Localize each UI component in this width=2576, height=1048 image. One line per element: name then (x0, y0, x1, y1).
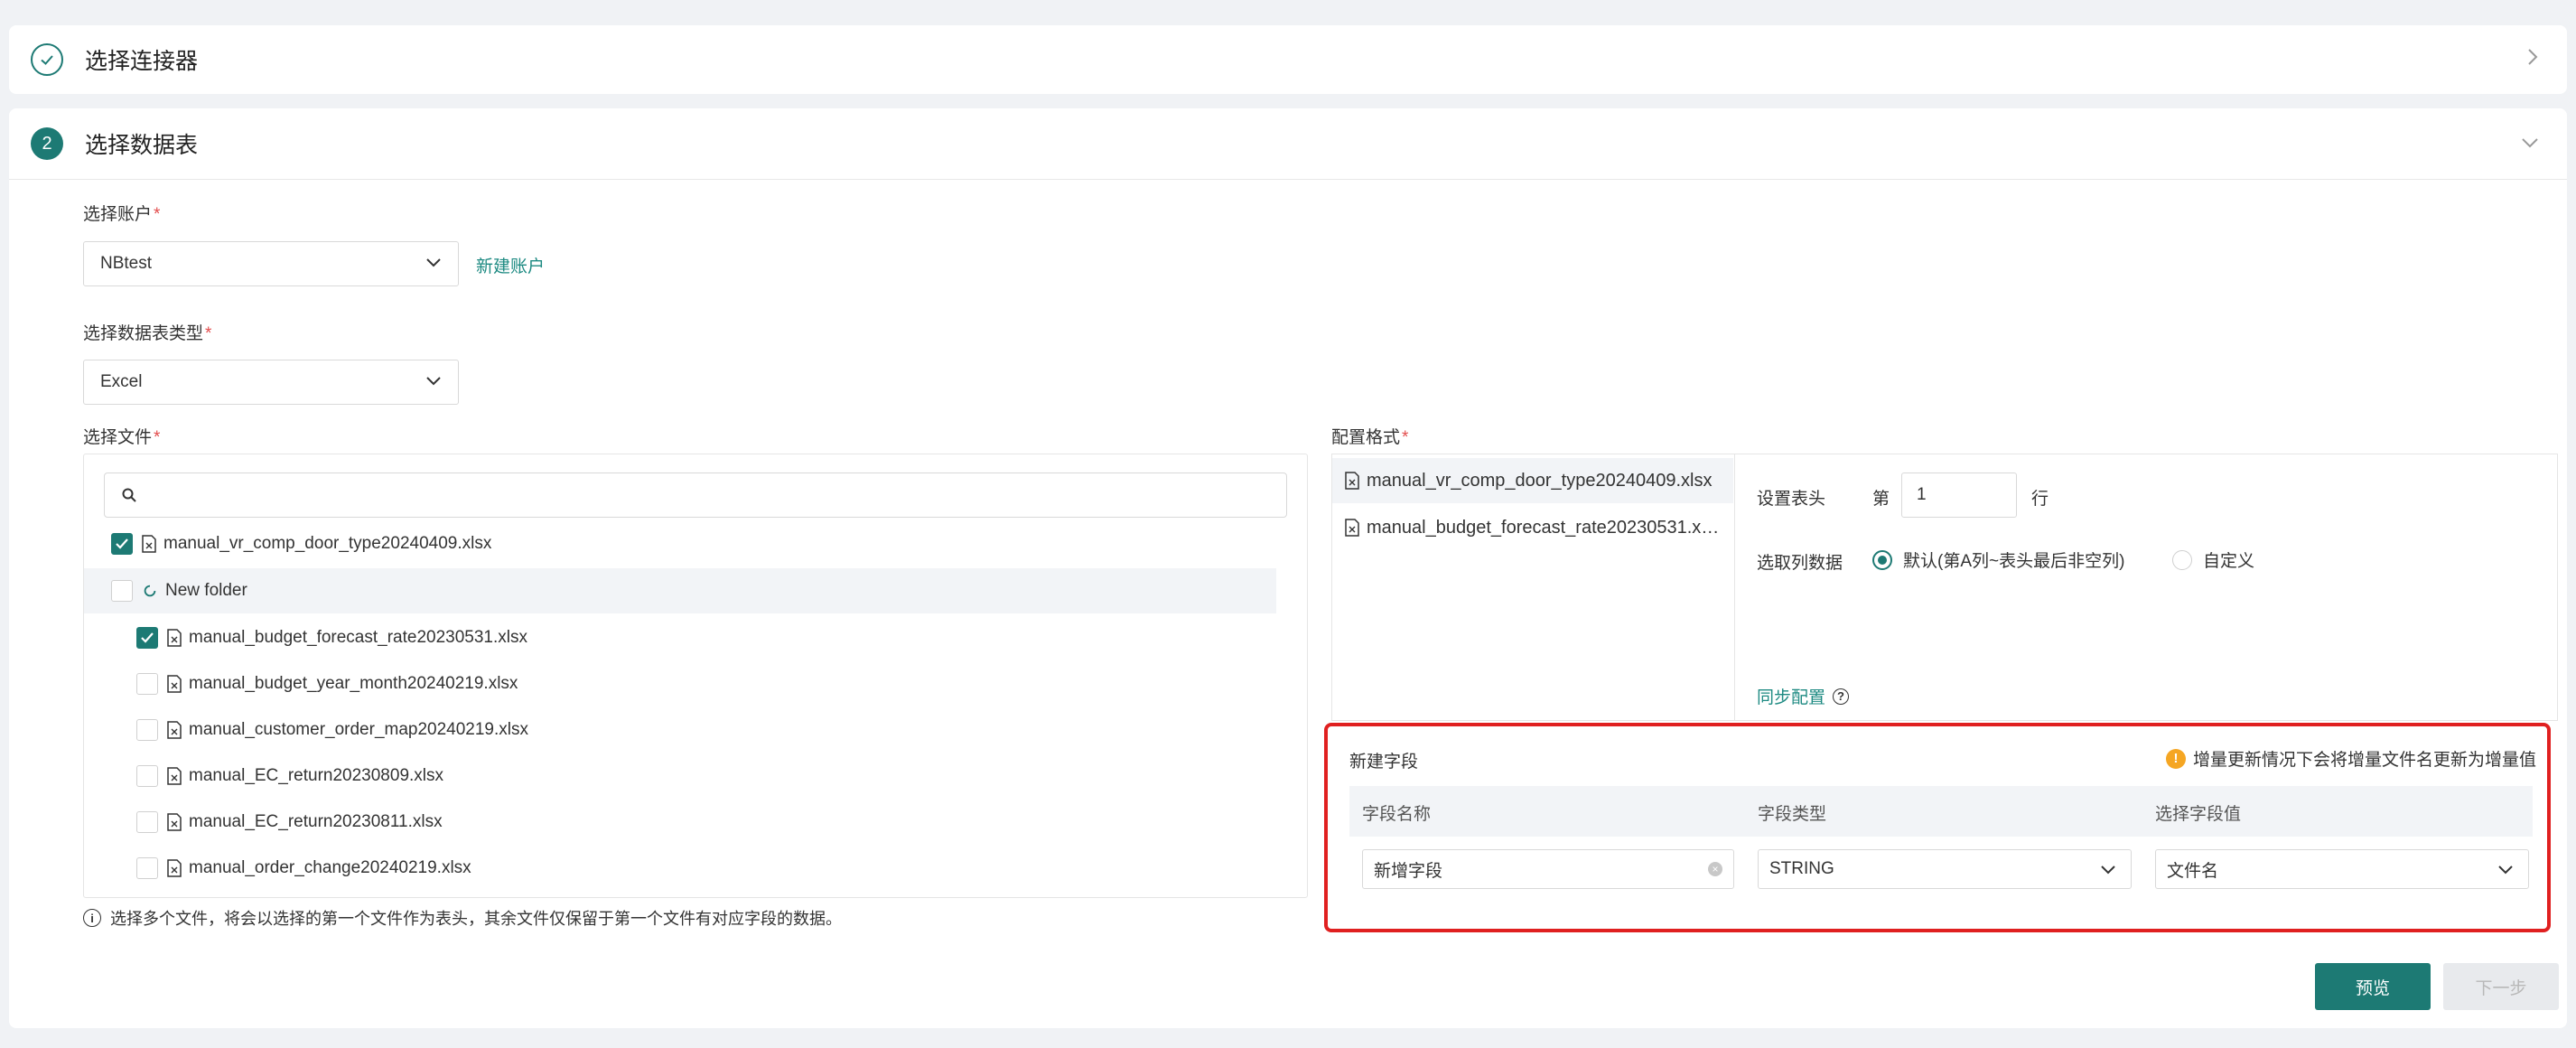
chevron-down-icon (2498, 866, 2513, 875)
radio-custom-label: 自定义 (2203, 552, 2255, 571)
file-search-input[interactable] (104, 473, 1287, 518)
excel-file-icon (167, 721, 182, 739)
file-row[interactable]: manual_EC_return20230809.xlsx (84, 753, 1276, 799)
config-file-name: manual_budget_forecast_rate20230531.xlsx (1367, 517, 1722, 538)
file-select-label: 选择文件 * (83, 428, 161, 447)
step-complete-check-icon (31, 43, 63, 76)
file-row[interactable]: manual_customer_order_map20240219.xlsx (84, 707, 1276, 753)
column-header-name: 字段名称 (1362, 805, 1432, 824)
header-setting-label: 设置表头 (1757, 490, 1826, 509)
file-name: manual_budget_year_month20240219.xlsx (189, 674, 518, 693)
radio-unchecked[interactable] (2172, 549, 2192, 570)
help-icon[interactable]: ? (1833, 688, 1850, 705)
loading-spinner-icon (144, 585, 156, 597)
table-type-select-value: Excel (100, 372, 143, 391)
column-select-label: 选取列数据 (1757, 554, 1843, 573)
file-name: manual_budget_forecast_rate20230531.xlsx (189, 628, 527, 647)
file-row[interactable]: manual_EC_return20230811.xlsx (84, 800, 1276, 845)
config-file-item[interactable]: manual_budget_forecast_rate20230531.xlsx (1332, 505, 1733, 550)
chevron-right-icon[interactable] (2525, 47, 2540, 73)
info-icon: i (83, 909, 101, 927)
checkbox[interactable] (136, 811, 158, 833)
excel-file-icon (1345, 472, 1359, 490)
header-row-suffix: 行 (2031, 490, 2049, 509)
preview-button[interactable]: 预览 (2315, 963, 2431, 1010)
file-row[interactable]: manual_order_change20240219.xlsx (84, 846, 1276, 891)
step-title-connector: 选择连接器 (85, 49, 199, 74)
checkbox-checked[interactable] (136, 627, 158, 649)
new-field-title: 新建字段 (1349, 753, 1419, 772)
excel-file-icon (1345, 519, 1359, 537)
file-row[interactable]: manual_budget_year_month20240219.xlsx (84, 661, 1276, 706)
column-header-value: 选择字段值 (2155, 805, 2242, 824)
chevron-down-icon (2101, 866, 2115, 875)
folder-row[interactable]: New folder (84, 568, 1276, 613)
account-label: 选择账户 * (83, 205, 161, 224)
file-name: manual_customer_order_map20240219.xlsx (189, 720, 529, 739)
config-file-item[interactable]: manual_vr_comp_door_type20240409.xlsx (1332, 458, 1733, 503)
new-account-link[interactable]: 新建账户 (476, 253, 545, 277)
new-field-table-header: 字段名称 字段类型 选择字段值 (1349, 786, 2533, 837)
next-step-button[interactable]: 下一步 (2443, 963, 2559, 1010)
radio-default[interactable]: 默认(第A列~表头最后非空列) (1872, 547, 2124, 572)
file-tree-panel: manual_vr_comp_door_type20240409.xlsx Ne… (83, 454, 1308, 898)
divider (9, 179, 2567, 180)
config-file-name: manual_vr_comp_door_type20240409.xlsx (1367, 470, 1713, 491)
field-type-value: STRING (1769, 859, 1834, 878)
incremental-warning-text: 增量更新情况下会将增量文件名更新为增量值 (2192, 751, 2536, 770)
radio-custom[interactable]: 自定义 (2172, 547, 2254, 572)
config-settings-panel: 设置表头 第 1 行 选取列数据 默认(第A列~表头最后非空列) 自定义 同步配… (1734, 454, 2558, 721)
file-name: manual_EC_return20230809.xlsx (189, 766, 444, 785)
file-name: manual_vr_comp_door_type20240409.xlsx (163, 534, 492, 553)
field-type-select[interactable]: STRING (1758, 849, 2132, 889)
sync-config-link[interactable]: 同步配置 ? (1757, 684, 1850, 708)
file-name: manual_order_change20240219.xlsx (189, 858, 471, 877)
field-name-input[interactable]: 新增字段 × (1362, 849, 1734, 889)
excel-file-icon (167, 813, 182, 831)
checkbox[interactable] (136, 765, 158, 787)
incremental-warning: ! 增量更新情况下会将增量文件名更新为增量值 (2165, 746, 2536, 771)
step-title-table: 选择数据表 (85, 133, 199, 158)
folder-name: New folder (165, 581, 247, 600)
step-connector-card[interactable]: 选择连接器 (9, 25, 2567, 94)
new-field-section: 新建字段 ! 增量更新情况下会将增量文件名更新为增量值 字段名称 字段类型 选择… (1324, 723, 2551, 932)
checkbox[interactable] (136, 673, 158, 695)
radio-default-label: 默认(第A列~表头最后非空列) (1903, 552, 2125, 571)
file-row[interactable]: manual_budget_forecast_rate20230531.xlsx (84, 615, 1276, 660)
checkbox[interactable] (136, 719, 158, 741)
warning-icon: ! (2165, 748, 2186, 769)
field-name-value: 新增字段 (1374, 861, 1443, 881)
header-row-input[interactable]: 1 (1901, 473, 2017, 518)
radio-checked[interactable] (1872, 549, 1892, 570)
excel-file-icon (142, 535, 156, 553)
field-value-select[interactable]: 文件名 (2155, 849, 2529, 889)
search-icon (122, 488, 136, 502)
config-file-list: manual_vr_comp_door_type20240409.xlsx ma… (1331, 454, 1734, 721)
excel-file-icon (167, 767, 182, 785)
table-type-label: 选择数据表类型 * (83, 324, 212, 343)
field-value-value: 文件名 (2167, 861, 2219, 881)
step-number-badge: 2 (31, 127, 63, 160)
account-select[interactable]: NBtest (83, 241, 459, 286)
file-row[interactable]: manual_vr_comp_door_type20240409.xlsx (84, 521, 1276, 566)
account-select-value: NBtest (100, 254, 153, 273)
column-header-type: 字段类型 (1758, 805, 1827, 824)
file-name: manual_EC_return20230811.xlsx (189, 812, 443, 831)
excel-file-icon (167, 859, 182, 877)
header-row-prefix: 第 (1872, 490, 1890, 509)
table-type-select[interactable]: Excel (83, 360, 459, 405)
checkbox[interactable] (136, 857, 158, 879)
chevron-down-icon (426, 377, 441, 386)
checkbox-checked[interactable] (111, 533, 133, 555)
sync-config-label: 同步配置 (1757, 688, 1826, 707)
config-label: 配置格式 * (1331, 428, 1409, 447)
multi-file-hint-text: 选择多个文件，将会以选择的第一个文件作为表头，其余文件仅保留于第一个文件有对应字… (110, 910, 842, 928)
checkbox[interactable] (111, 580, 133, 602)
excel-file-icon (167, 629, 182, 647)
excel-file-icon (167, 675, 182, 693)
multi-file-hint: i 选择多个文件，将会以选择的第一个文件作为表头，其余文件仅保留于第一个文件有对… (83, 906, 842, 930)
chevron-down-icon (426, 258, 441, 267)
clear-icon[interactable]: × (1708, 862, 1722, 876)
chevron-down-icon[interactable] (2520, 131, 2540, 156)
